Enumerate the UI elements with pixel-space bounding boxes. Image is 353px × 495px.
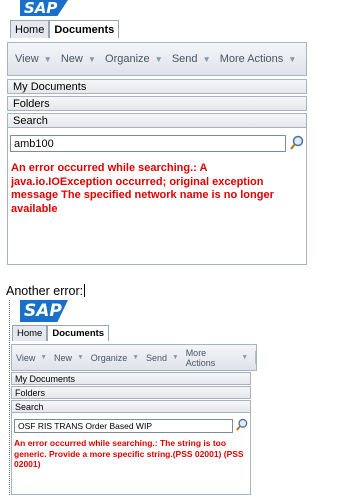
caret-down-icon: ▼: [77, 354, 84, 361]
search-input[interactable]: OSF RIS TRANS Order Based WIP: [14, 419, 233, 433]
sap-logo: SAP: [20, 0, 68, 16]
caret-down-icon: ▼: [202, 54, 211, 64]
section-search[interactable]: Search: [11, 400, 251, 413]
tab-documents[interactable]: Documents: [49, 20, 120, 38]
tab-home[interactable]: Home: [10, 20, 50, 38]
send-menu[interactable]: Send ▼: [172, 53, 211, 65]
organize-menu[interactable]: Organize ▼: [105, 53, 163, 65]
section-my-documents[interactable]: My Documents: [11, 372, 251, 385]
magnifier-icon[interactable]: [236, 418, 248, 432]
organize-menu[interactable]: Organize ▼: [91, 353, 139, 363]
selection-border: [9, 300, 10, 495]
more-actions-menu[interactable]: More Actions ▼: [220, 53, 297, 65]
view-menu[interactable]: View ▼: [16, 353, 47, 363]
caret-down-icon: ▼: [87, 54, 97, 64]
error-message: An error occurred while searching.: A ja…: [11, 162, 274, 215]
error-message: An error occurred while searching.: The …: [14, 438, 244, 469]
more-actions-menu[interactable]: More Actions ▼: [186, 348, 248, 368]
magnifier-icon[interactable]: [290, 135, 304, 151]
caret-down-icon: ▼: [43, 54, 52, 64]
caret-down-icon: ▼: [288, 54, 297, 64]
caption-text: Another error:: [6, 284, 86, 298]
view-menu[interactable]: View ▼: [15, 53, 52, 65]
text-cursor: [84, 284, 86, 297]
search-input[interactable]: amb100: [10, 135, 286, 152]
toolbar: View ▼ New ▼ Organize ▼ Send ▼ More Actions ▼: [7, 42, 307, 76]
app-tabs: Home Documents: [10, 20, 120, 38]
caret-down-icon: ▼: [132, 354, 139, 361]
send-menu[interactable]: Send ▼: [146, 353, 179, 363]
caret-down-icon: ▼: [40, 354, 48, 361]
caret-down-icon: ▼: [241, 354, 249, 361]
toolbar-separator: [255, 351, 256, 364]
tab-home[interactable]: Home: [12, 325, 48, 341]
section-folders[interactable]: Folders: [7, 96, 307, 111]
sap-logo: SAP: [20, 300, 68, 322]
caret-down-icon: ▼: [154, 54, 163, 64]
new-menu[interactable]: New ▼: [54, 353, 84, 363]
section-search[interactable]: Search: [7, 113, 307, 128]
section-folders[interactable]: Folders: [11, 386, 251, 399]
toolbar: View ▼ New ▼ Organize ▼ Send ▼ More Actions ▼: [11, 344, 257, 371]
section-my-documents[interactable]: My Documents: [7, 79, 307, 94]
new-menu[interactable]: New ▼: [61, 53, 96, 65]
app-tabs: Home Documents: [12, 325, 110, 341]
tab-documents[interactable]: Documents: [47, 325, 110, 341]
caret-down-icon: ▼: [172, 354, 179, 361]
